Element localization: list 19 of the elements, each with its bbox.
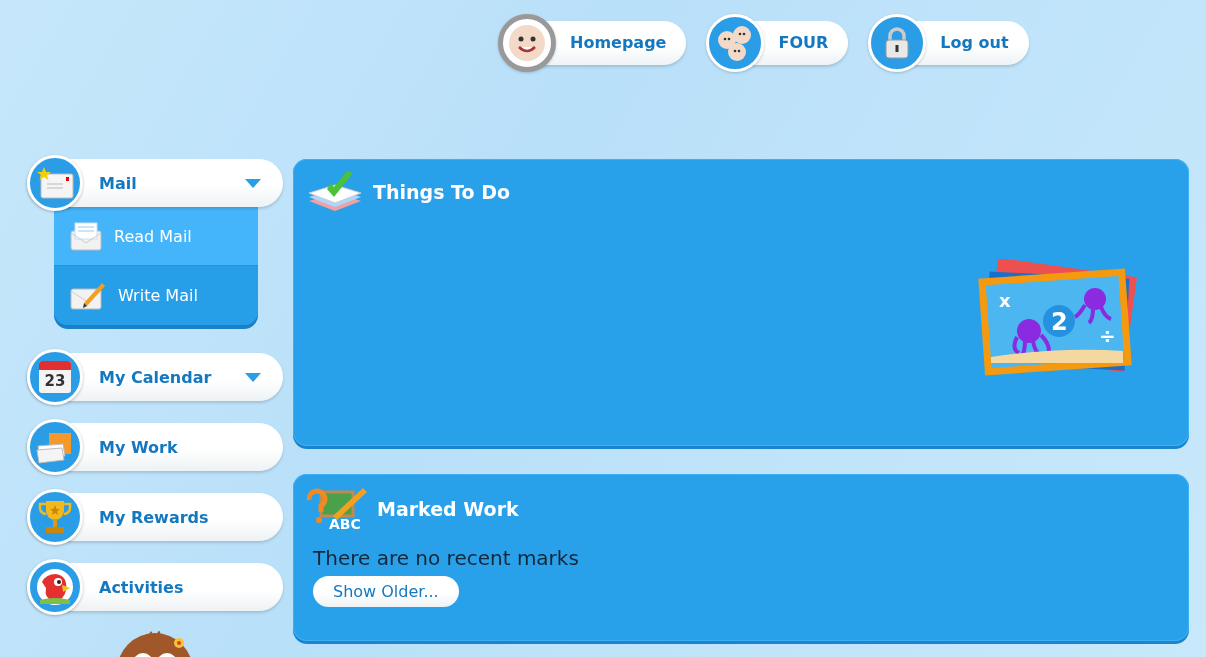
card-symbol: ÷ <box>1099 324 1116 348</box>
envelope-star-icon <box>35 166 75 200</box>
panel-title: Marked Work <box>377 498 519 520</box>
envelope-letter-icon <box>70 221 102 251</box>
calendar-icon: 23 <box>39 361 71 393</box>
checked-papers-icon <box>307 171 363 213</box>
envelope-pencil-icon <box>70 280 106 311</box>
empty-message: There are no recent marks <box>313 546 580 570</box>
panel-title: Things To Do <box>373 181 510 203</box>
trophy-icon <box>38 499 72 535</box>
card-symbol: x <box>999 290 1011 311</box>
icon-label: ABC <box>329 516 361 532</box>
padlock-icon <box>884 27 911 59</box>
caret-icon <box>245 372 261 382</box>
card-number: 2 <box>1051 308 1068 336</box>
smiley-face-icon <box>508 24 546 62</box>
show-older-button[interactable]: Show Older... <box>313 576 459 607</box>
caret-icon <box>245 178 261 188</box>
parrot-icon <box>36 568 74 606</box>
